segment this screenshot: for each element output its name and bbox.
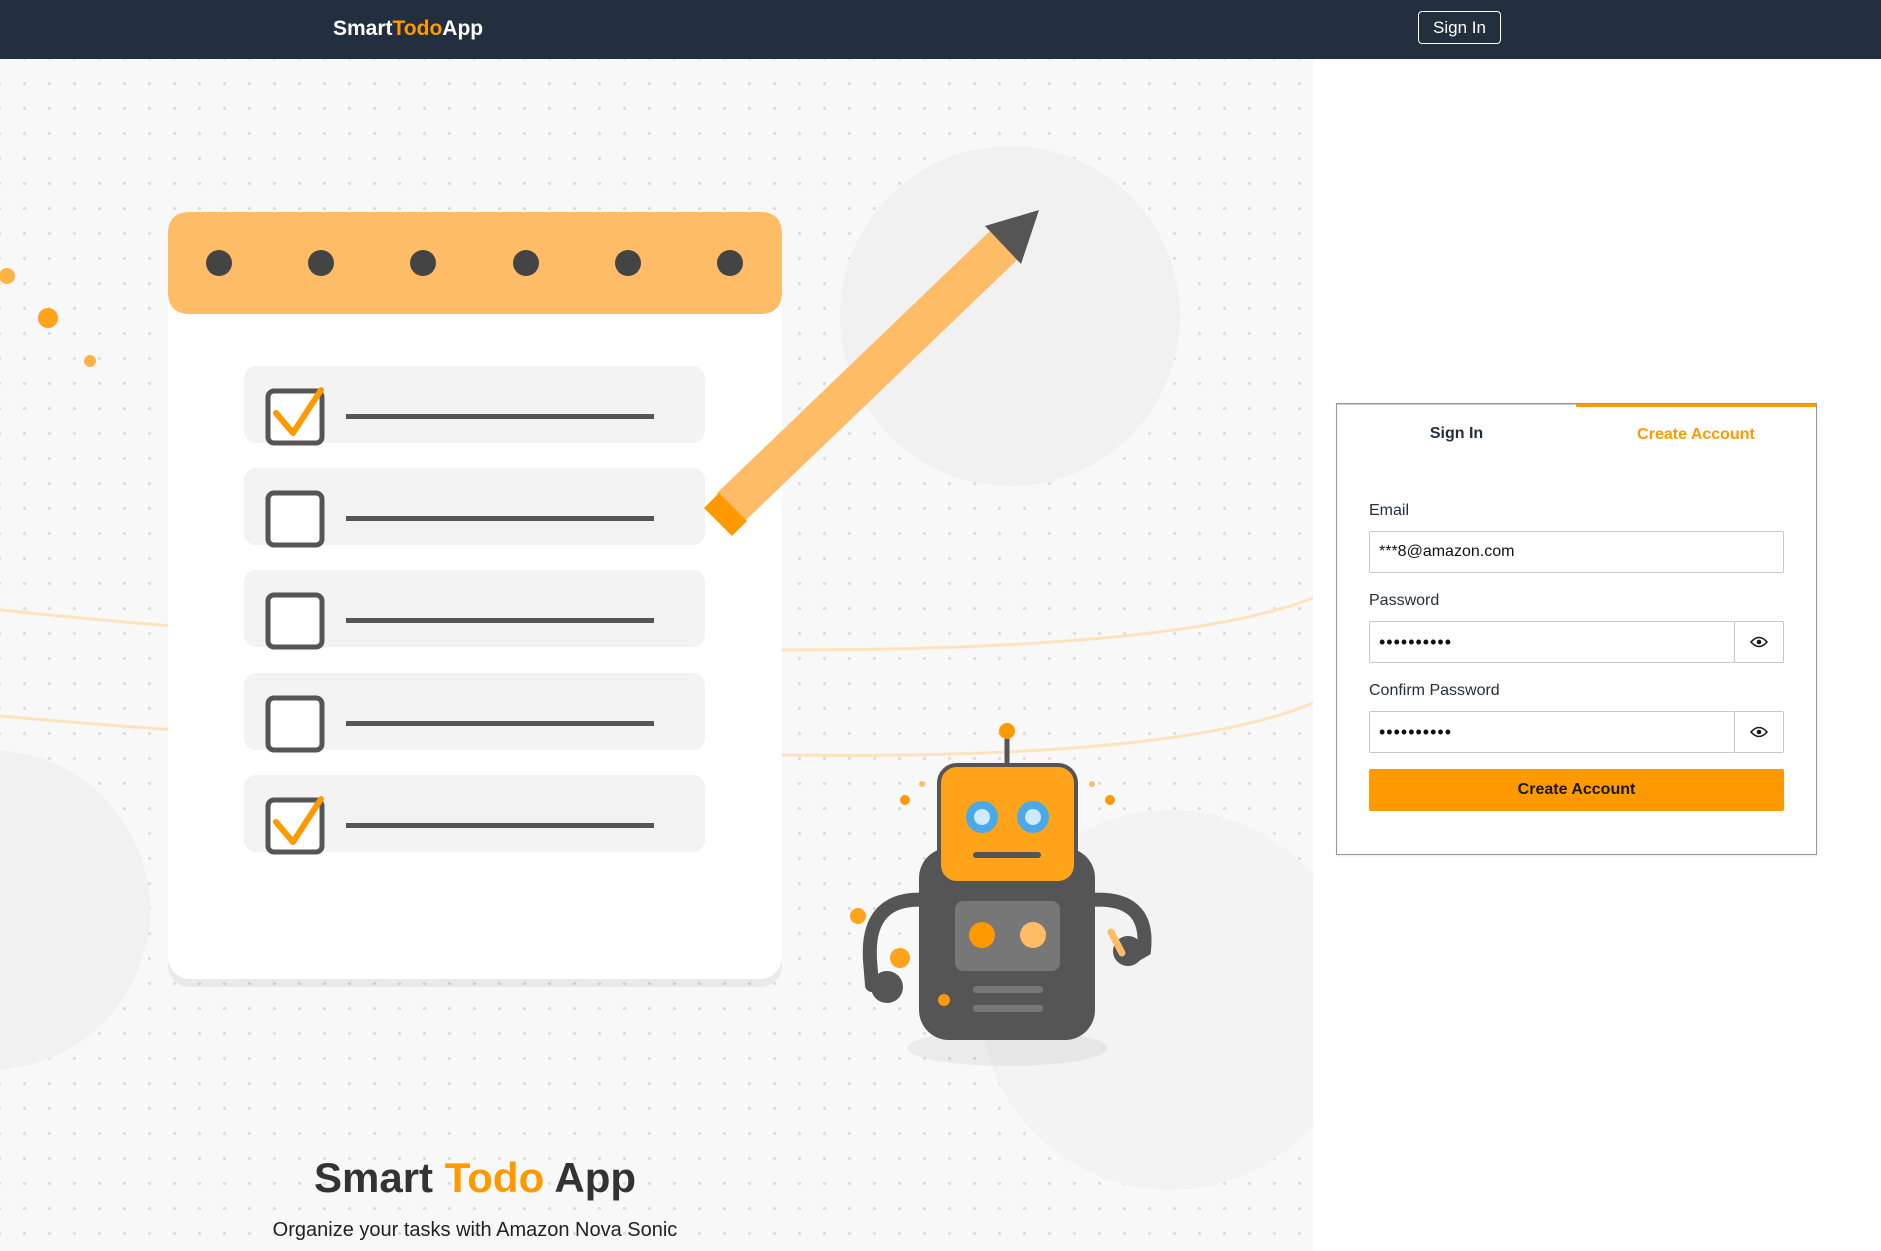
authenticator-card: Sign In Create Account Email Password Co… [1336, 403, 1817, 855]
email-field[interactable] [1369, 531, 1784, 573]
notepad-binding-strip [168, 212, 782, 314]
checklist-line-1 [346, 414, 654, 419]
binding-hole-1 [206, 250, 232, 276]
robot-chest-light-1 [969, 922, 995, 948]
robot-left-hand [871, 971, 903, 1003]
robot-antenna-tip [999, 723, 1015, 739]
checklist-line-4 [346, 721, 654, 726]
brand-text-smart: Smart [333, 17, 393, 40]
robot-head [937, 763, 1078, 885]
checklist-line-2 [346, 516, 654, 521]
checkbox-icon [265, 592, 325, 650]
robot-chest-light-2 [1020, 922, 1046, 948]
sparkle-1 [900, 795, 910, 805]
sparkle-6 [890, 948, 910, 968]
binding-hole-2 [308, 250, 334, 276]
sparkle-3 [1089, 781, 1095, 787]
binding-hole-6 [717, 250, 743, 276]
tab-sign-in[interactable]: Sign In [1337, 404, 1576, 462]
checklist-line-5 [346, 823, 654, 828]
robot-left-pupil [974, 809, 990, 825]
binding-hole-5 [615, 250, 641, 276]
hero-section: Smart Todo App Organize your tasks with … [0, 59, 1313, 1251]
password-label: Password [1369, 592, 1440, 609]
password-field[interactable] [1369, 621, 1735, 663]
hero-title-app: App [554, 1154, 637, 1201]
decor-dot-2 [38, 308, 58, 328]
brand-text-app: App [442, 17, 484, 40]
confirm-password-field[interactable] [1369, 711, 1735, 753]
brand-text-todo: Todo [392, 17, 443, 40]
sparkle-4 [1105, 795, 1115, 805]
decor-dot-3 [84, 355, 96, 367]
show-password-button[interactable] [1734, 621, 1784, 663]
bg-circle-left [0, 750, 150, 1070]
hero-subtitle: Organize your tasks with Amazon Nova Son… [272, 1219, 678, 1241]
checkbox-icon [265, 490, 325, 548]
robot-body-dot [938, 994, 950, 1006]
robot-vent-1 [973, 986, 1043, 993]
robot-mouth [973, 852, 1041, 858]
auth-tabs: Sign In Create Account [1337, 404, 1816, 462]
hero-title-smart: Smart [313, 1154, 434, 1201]
robot-vent-2 [973, 1005, 1043, 1012]
eye-icon [1750, 636, 1768, 648]
top-navigation-bar: SmartTodoApp Sign In [0, 0, 1881, 59]
email-label: Email [1369, 502, 1410, 519]
binding-hole-3 [410, 250, 436, 276]
confirm-password-label: Confirm Password [1369, 682, 1500, 699]
hero-title-todo: Todo [444, 1154, 545, 1201]
notepad-illustration [168, 212, 782, 987]
sparkle-2 [919, 781, 925, 787]
tab-create-account[interactable]: Create Account [1576, 404, 1816, 462]
brand-logo[interactable]: SmartTodoApp [333, 17, 483, 41]
header-sign-in-button[interactable]: Sign In [1418, 11, 1501, 44]
robot-right-pupil [1025, 809, 1041, 825]
sparkle-5 [850, 908, 866, 924]
eye-icon [1750, 726, 1768, 738]
hero-illustration [0, 146, 1313, 1190]
create-account-button[interactable]: Create Account [1369, 769, 1784, 811]
show-confirm-password-button[interactable] [1734, 711, 1784, 753]
bg-circle-top [840, 146, 1180, 486]
checkbox-icon [265, 695, 325, 753]
decor-dot-1 [0, 268, 15, 284]
hero-title: Smart Todo App [0, 1154, 950, 1202]
binding-hole-4 [513, 250, 539, 276]
checklist-line-3 [346, 618, 654, 623]
